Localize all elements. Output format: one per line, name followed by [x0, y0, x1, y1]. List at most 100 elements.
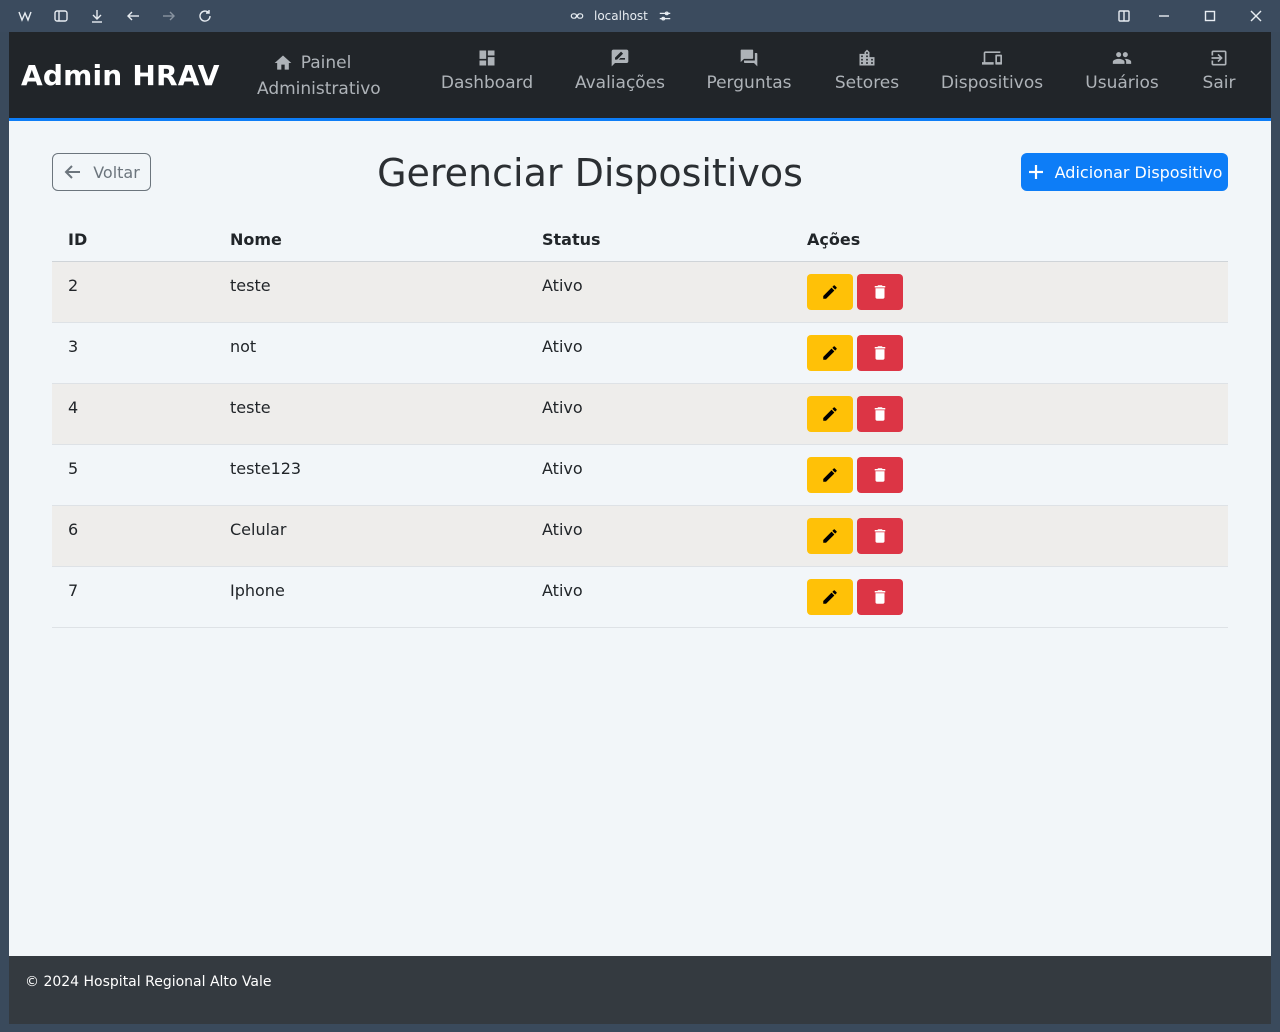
- cell-actions: [791, 261, 1228, 323]
- nav-item-sair[interactable]: Sair: [1197, 32, 1241, 118]
- nav-item-setores[interactable]: Setores: [829, 32, 905, 118]
- cell-id: 2: [52, 261, 214, 323]
- logout-icon: [1211, 50, 1227, 66]
- delete-button[interactable]: [857, 395, 903, 432]
- back-arrow-icon[interactable]: [124, 7, 142, 25]
- app-logo-icon[interactable]: [16, 7, 34, 25]
- trash-icon: [874, 284, 886, 299]
- site-settings-icon[interactable]: [658, 9, 672, 23]
- cell-nome: Iphone: [214, 566, 526, 628]
- trash-icon: [874, 467, 886, 482]
- cell-nome: Celular: [214, 505, 526, 567]
- edit-button[interactable]: [807, 456, 853, 493]
- pencil-icon: [823, 406, 837, 421]
- cell-actions: [791, 505, 1228, 567]
- nav-item-painel[interactable]: Painel Administrativo: [257, 32, 381, 118]
- trash-icon: [874, 528, 886, 543]
- delete-button[interactable]: [857, 273, 903, 310]
- nav-label-avaliacoes: Avaliações: [574, 73, 666, 93]
- split-view-icon[interactable]: [1115, 7, 1133, 25]
- main-content: Voltar Gerenciar Dispositivos Adicionar …: [9, 121, 1271, 956]
- cell-status: Ativo: [526, 444, 791, 506]
- table-row: 5 teste123 Ativo: [52, 444, 1228, 506]
- footer: © 2024 Hospital Regional Alto Vale: [9, 956, 1271, 1024]
- add-device-label: Adicionar Dispositivo: [1054, 162, 1223, 182]
- close-icon[interactable]: [1247, 7, 1265, 25]
- pencil-icon: [823, 467, 837, 482]
- link-icon: [570, 13, 584, 19]
- address-text: localhost: [594, 9, 648, 23]
- cell-actions: [791, 322, 1228, 384]
- devices-icon: [982, 51, 1002, 65]
- header-id: ID: [52, 219, 214, 262]
- cell-status: Ativo: [526, 505, 791, 567]
- cell-actions: [791, 566, 1228, 628]
- pencil-icon: [823, 528, 837, 543]
- table-row: 3 not Ativo: [52, 322, 1228, 384]
- address-bar[interactable]: localhost: [570, 7, 672, 25]
- building-icon: [859, 49, 875, 66]
- nav-label-dashboard: Dashboard: [440, 73, 534, 93]
- header-status: Status: [526, 219, 791, 262]
- brand-title[interactable]: Admin HRAV: [21, 59, 220, 92]
- cell-actions: [791, 383, 1228, 445]
- cell-id: 7: [52, 566, 214, 628]
- header-nome: Nome: [214, 219, 526, 262]
- rate-review-icon: [611, 49, 629, 67]
- maximize-icon[interactable]: [1201, 7, 1219, 25]
- cell-nome: teste123: [214, 444, 526, 506]
- table-row: 6 Celular Ativo: [52, 505, 1228, 567]
- edit-button[interactable]: [807, 517, 853, 554]
- cell-id: 4: [52, 383, 214, 445]
- footer-text: © 2024 Hospital Regional Alto Vale: [25, 974, 272, 990]
- trash-icon: [874, 589, 886, 604]
- edit-button[interactable]: [807, 395, 853, 432]
- download-icon[interactable]: [88, 7, 106, 25]
- pencil-icon: [823, 589, 837, 604]
- nav-item-usuarios[interactable]: Usuários: [1082, 32, 1162, 118]
- edit-button[interactable]: [807, 578, 853, 615]
- cell-status: Ativo: [526, 322, 791, 384]
- nav-label-painel-line2: Administrativo: [257, 79, 381, 99]
- table-header-row: ID Nome Status Ações: [52, 219, 1228, 262]
- nav-item-perguntas[interactable]: Perguntas: [704, 32, 794, 118]
- nav-item-avaliacoes[interactable]: Avaliações: [574, 32, 666, 118]
- app-window: Admin HRAV Painel Administrativo Dashboa…: [9, 32, 1271, 1024]
- top-navbar: Admin HRAV Painel Administrativo Dashboa…: [9, 32, 1271, 121]
- edit-button[interactable]: [807, 334, 853, 371]
- nav-label-usuarios: Usuários: [1085, 73, 1159, 93]
- cell-id: 6: [52, 505, 214, 567]
- minimize-icon[interactable]: [1155, 7, 1173, 25]
- cell-status: Ativo: [526, 383, 791, 445]
- delete-button[interactable]: [857, 334, 903, 371]
- sidebar-toggle-icon[interactable]: [52, 7, 70, 25]
- nav-item-dispositivos[interactable]: Dispositivos: [939, 32, 1045, 118]
- cell-id: 5: [52, 444, 214, 506]
- dashboard-icon: [479, 50, 495, 66]
- add-device-button[interactable]: Adicionar Dispositivo: [1021, 153, 1228, 191]
- nav-item-dashboard[interactable]: Dashboard: [437, 32, 537, 118]
- table-row: 4 teste Ativo: [52, 383, 1228, 445]
- delete-button[interactable]: [857, 578, 903, 615]
- pencil-icon: [823, 345, 837, 360]
- cell-nome: teste: [214, 261, 526, 323]
- home-icon: [274, 55, 292, 70]
- table-row: 7 Iphone Ativo: [52, 566, 1228, 628]
- nav-label-sair: Sair: [1202, 73, 1236, 93]
- cell-status: Ativo: [526, 566, 791, 628]
- edit-button[interactable]: [807, 273, 853, 310]
- browser-toolbar: localhost: [0, 0, 1280, 32]
- forward-arrow-icon[interactable]: [160, 7, 178, 25]
- cell-status: Ativo: [526, 261, 791, 323]
- delete-button[interactable]: [857, 517, 903, 554]
- reload-icon[interactable]: [196, 7, 214, 25]
- cell-nome: not: [214, 322, 526, 384]
- trash-icon: [874, 345, 886, 360]
- nav-label-painel-line1: Painel: [300, 53, 352, 73]
- cell-actions: [791, 444, 1228, 506]
- people-icon: [1112, 52, 1132, 64]
- pencil-icon: [823, 284, 837, 299]
- forum-icon: [740, 49, 758, 67]
- delete-button[interactable]: [857, 456, 903, 493]
- page-title: Gerenciar Dispositivos: [377, 151, 803, 195]
